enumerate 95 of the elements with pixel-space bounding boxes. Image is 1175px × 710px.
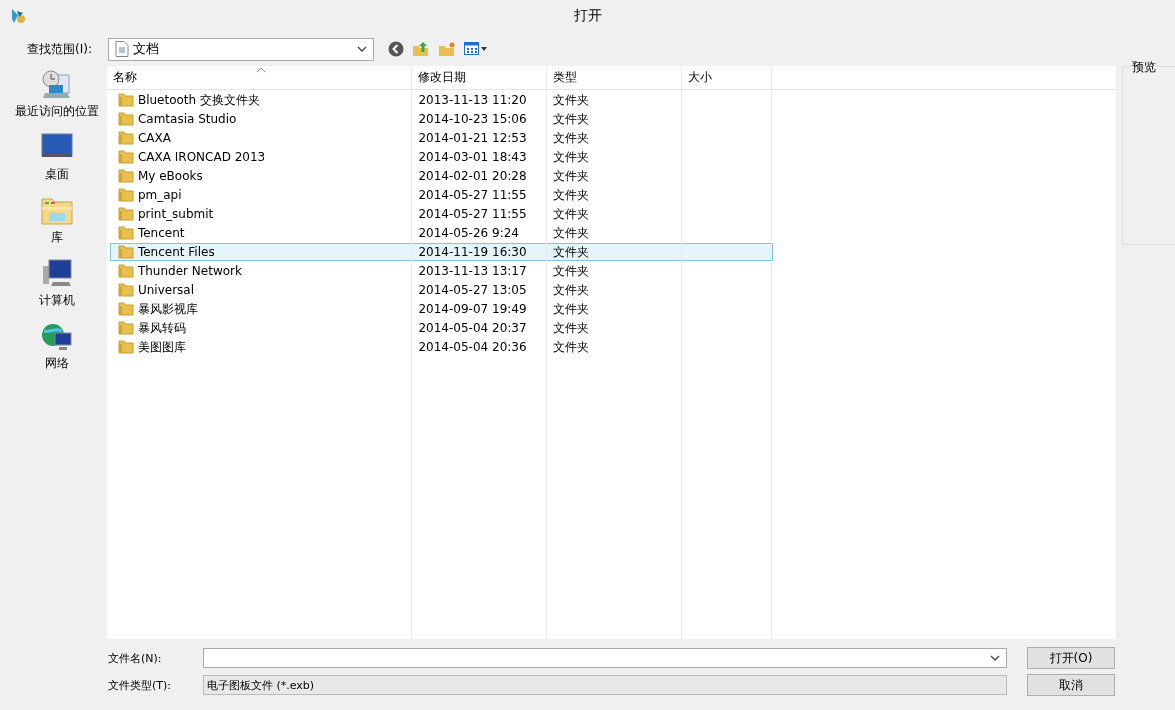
file-name: Camtasia Studio (137, 112, 237, 126)
file-name: pm_api (137, 188, 182, 202)
view-menu-icon[interactable] (464, 42, 488, 56)
file-row[interactable]: 暴风转码 2014-05-04 20:37 文件夹 (109, 319, 773, 337)
file-name: Bluetooth 交换文件夹 (137, 91, 260, 109)
modified-date: 2014-05-26 9:24 (418, 226, 519, 240)
folder-icon (117, 169, 134, 183)
modified-date: 2014-05-27 13:05 (418, 283, 527, 297)
file-type: 文件夹 (553, 110, 590, 128)
folder-icon (117, 188, 134, 202)
folder-icon (117, 321, 134, 335)
file-type: 文件夹 (553, 91, 590, 109)
folder-icon (117, 283, 134, 297)
folder-icon (117, 340, 134, 354)
modified-date: 2014-09-07 19:49 (418, 302, 527, 316)
column-header[interactable]: 名称 (112, 69, 137, 86)
file-name: Tencent (137, 226, 185, 240)
app-icon (9, 7, 27, 25)
modified-date: 2014-05-27 11:55 (418, 188, 527, 202)
file-row[interactable]: print_submit 2014-05-27 11:55 文件夹 (109, 205, 773, 223)
file-name: CAXA IRONCAD 2013 (137, 150, 266, 164)
modified-date: 2014-10-23 15:06 (418, 112, 527, 126)
window-title: 打开 (572, 7, 603, 25)
modified-date: 2014-01-21 12:53 (418, 131, 527, 145)
place-label[interactable]: 计算机 (39, 292, 76, 309)
modified-date: 2014-02-01 20:28 (418, 169, 527, 183)
file-name: 暴风影视库 (137, 300, 198, 318)
place-label[interactable]: 桌面 (45, 166, 70, 183)
file-row[interactable]: Bluetooth 交换文件夹 2013-11-13 11:20 文件夹 (109, 91, 773, 109)
look-in-label: 查找范围(I): (27, 40, 93, 58)
file-name-label: 文件名(N): (108, 650, 163, 666)
preview-label: 预览 (1131, 59, 1158, 76)
file-row[interactable]: Thunder Network 2013-11-13 13:17 文件夹 (109, 262, 773, 280)
file-name: CAXA (137, 131, 171, 145)
file-name: My eBooks (137, 169, 203, 183)
column-header[interactable]: 大小 (687, 69, 712, 86)
file-type: 文件夹 (553, 338, 590, 356)
file-type: 文件夹 (553, 148, 590, 166)
modified-date: 2014-11-19 16:30 (418, 245, 527, 259)
folder-icon (117, 302, 134, 316)
file-type-label: 文件类型(T): (108, 677, 172, 693)
modified-date: 2013-11-13 11:20 (418, 93, 527, 107)
file-row[interactable]: Universal 2014-05-27 13:05 文件夹 (109, 281, 773, 299)
look-in-dropdown[interactable]: 文档 (108, 37, 374, 61)
folder-icon (117, 131, 134, 145)
cancel-button[interactable]: 取消 (1027, 674, 1115, 696)
file-name: Universal (137, 283, 194, 297)
file-row[interactable]: 美图图库 2014-05-04 20:36 文件夹 (109, 338, 773, 356)
modified-date: 2014-05-04 20:37 (418, 321, 527, 335)
folder-icon (117, 264, 134, 278)
file-name: 美图图库 (137, 338, 186, 356)
file-name-field[interactable] (203, 648, 1007, 668)
document-icon (115, 41, 129, 57)
file-type: 文件夹 (553, 319, 590, 337)
folder-icon (117, 207, 134, 221)
file-row[interactable]: 暴风影视库 2014-09-07 19:49 文件夹 (109, 300, 773, 318)
place-label[interactable]: 最近访问的位置 (15, 103, 100, 120)
file-type: 文件夹 (553, 167, 590, 185)
file-row[interactable]: Tencent 2014-05-26 9:24 文件夹 (109, 224, 773, 242)
file-name: 暴风转码 (137, 319, 186, 337)
globe-monitor-icon[interactable] (41, 321, 74, 353)
file-name: Tencent Files (137, 245, 215, 259)
file-row[interactable]: My eBooks 2014-02-01 20:28 文件夹 (109, 167, 773, 185)
place-label[interactable]: 库 (51, 229, 64, 246)
folder-icon (117, 150, 134, 164)
file-row[interactable]: pm_api 2014-05-27 11:55 文件夹 (109, 186, 773, 204)
file-name: Thunder Network (137, 264, 242, 278)
file-type: 文件夹 (553, 186, 590, 204)
modified-date: 2014-05-04 20:36 (418, 340, 527, 354)
file-type-dropdown[interactable]: 电子图板文件 (*.exb) (203, 675, 1007, 695)
folder-icon (117, 226, 134, 240)
file-type: 文件夹 (553, 243, 590, 261)
file-name: print_submit (137, 207, 214, 221)
file-type: 文件夹 (553, 205, 590, 223)
file-row[interactable]: Camtasia Studio 2014-10-23 15:06 文件夹 (109, 110, 773, 128)
file-type: 文件夹 (553, 281, 590, 299)
file-row[interactable]: CAXA IRONCAD 2013 2014-03-01 18:43 文件夹 (109, 148, 773, 166)
column-header[interactable]: 修改日期 (417, 69, 466, 86)
file-type: 文件夹 (553, 224, 590, 242)
folder-icon (117, 93, 134, 107)
folder-icon (117, 245, 134, 259)
back-icon[interactable] (388, 41, 404, 57)
file-row[interactable]: CAXA 2014-01-21 12:53 文件夹 (109, 129, 773, 147)
file-row[interactable]: Tencent Files 2014-11-19 16:30 文件夹 (109, 243, 773, 261)
file-type: 文件夹 (553, 300, 590, 318)
file-type: 文件夹 (553, 129, 590, 147)
folder-icon (117, 112, 134, 126)
modified-date: 2014-03-01 18:43 (418, 150, 527, 164)
place-label[interactable]: 网络 (45, 355, 70, 372)
file-type: 文件夹 (553, 262, 590, 280)
column-header[interactable]: 类型 (552, 69, 577, 86)
modified-date: 2014-05-27 11:55 (418, 207, 527, 221)
up-folder-icon[interactable] (412, 41, 430, 57)
open-button[interactable]: 打开(O) (1027, 647, 1115, 669)
modified-date: 2013-11-13 13:17 (418, 264, 527, 278)
